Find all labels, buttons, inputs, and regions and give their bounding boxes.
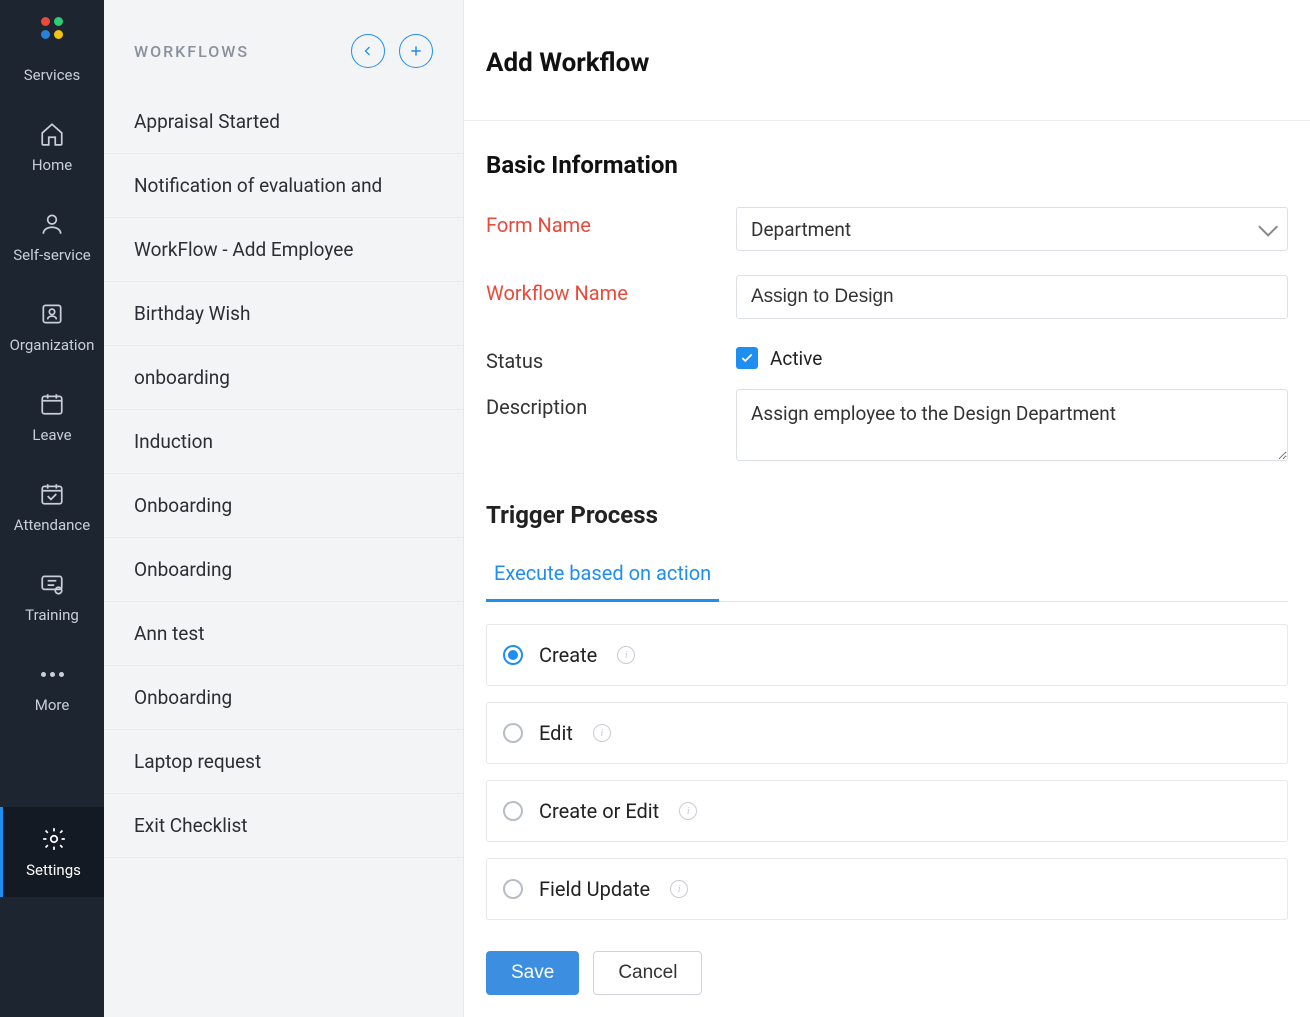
workflow-list-item[interactable]: Notification of evaluation and <box>104 154 463 218</box>
form-name-label: Form Name <box>486 207 736 237</box>
form-name-select[interactable]: Department <box>736 207 1288 251</box>
info-icon[interactable]: i <box>593 724 611 742</box>
radio-icon <box>503 879 523 899</box>
rail-item-leave[interactable]: Leave <box>0 372 104 462</box>
sidebar-header: WORKFLOWS <box>104 0 463 90</box>
rail-item-settings[interactable]: Settings <box>0 807 104 897</box>
rail-item-label: Attendance <box>14 516 90 534</box>
description-label: Description <box>486 389 736 419</box>
description-input[interactable] <box>736 389 1288 461</box>
person-icon <box>38 210 66 238</box>
chevron-left-icon <box>362 45 374 57</box>
status-label: Status <box>486 343 736 373</box>
check-icon <box>740 351 754 365</box>
back-button[interactable] <box>351 34 385 68</box>
rail-item-label: Leave <box>32 426 71 444</box>
page-title: Add Workflow <box>486 48 1288 78</box>
add-workflow-button[interactable] <box>399 34 433 68</box>
trigger-option-label: Field Update <box>539 877 650 901</box>
more-icon <box>38 660 66 688</box>
radio-icon <box>503 801 523 821</box>
workflow-list-item[interactable]: WorkFlow - Add Employee <box>104 218 463 282</box>
trigger-option-label: Edit <box>539 721 573 745</box>
info-icon[interactable]: i <box>617 646 635 664</box>
workflow-list: Appraisal Started Notification of evalua… <box>104 90 463 1017</box>
workflow-list-item[interactable]: Onboarding <box>104 474 463 538</box>
info-icon[interactable]: i <box>670 880 688 898</box>
main-panel: Add Workflow Basic Information Form Name… <box>464 0 1310 1017</box>
rail-item-label: Organization <box>10 336 95 354</box>
rail-item-home[interactable]: Home <box>0 102 104 192</box>
trigger-option-create-or-edit[interactable]: Create or Edit i <box>486 780 1288 842</box>
rail-item-label: Self-service <box>13 246 91 264</box>
rail-item-services[interactable]: Services <box>0 48 104 102</box>
workflow-list-item[interactable]: Onboarding <box>104 666 463 730</box>
plus-icon <box>409 44 423 58</box>
save-button[interactable]: Save <box>486 951 579 995</box>
main-header: Add Workflow <box>464 0 1310 121</box>
trigger-tab-action[interactable]: Execute based on action <box>486 549 719 602</box>
workflow-name-input[interactable] <box>736 275 1288 319</box>
clipboard-icon <box>38 480 66 508</box>
trigger-option-field-update[interactable]: Field Update i <box>486 858 1288 920</box>
rail-item-label: Home <box>32 156 72 174</box>
rail-item-label: Training <box>25 606 79 624</box>
apps-logo-icon <box>38 14 66 42</box>
workflow-list-item[interactable]: Induction <box>104 410 463 474</box>
rail-item-self-service[interactable]: Self-service <box>0 192 104 282</box>
active-checkbox[interactable] <box>736 347 758 369</box>
rail-item-label: Services <box>24 66 81 84</box>
left-rail: Services Home Self-service Organization … <box>0 0 104 1017</box>
rail-item-training[interactable]: Training <box>0 552 104 642</box>
rail-item-organization[interactable]: Organization <box>0 282 104 372</box>
workflows-sidebar: WORKFLOWS Appraisal Started Notification… <box>104 0 464 1017</box>
rail-item-label: More <box>35 696 70 714</box>
workflow-list-item[interactable]: Birthday Wish <box>104 282 463 346</box>
basic-info-heading: Basic Information <box>486 151 1288 179</box>
gear-icon <box>40 825 68 853</box>
workflow-list-item[interactable]: Laptop request <box>104 730 463 794</box>
workflow-list-item[interactable]: Appraisal Started <box>104 90 463 154</box>
trigger-options: Create i Edit i Create or Edit i Field U… <box>486 624 1288 920</box>
calendar-icon <box>38 390 66 418</box>
radio-icon <box>503 645 523 665</box>
chevron-down-icon <box>1258 217 1278 237</box>
trigger-option-label: Create <box>539 643 597 667</box>
rail-item-attendance[interactable]: Attendance <box>0 462 104 552</box>
sidebar-title: WORKFLOWS <box>134 42 249 61</box>
trigger-option-label: Create or Edit <box>539 799 659 823</box>
workflow-list-item[interactable]: Onboarding <box>104 538 463 602</box>
trigger-tabs: Execute based on action <box>486 549 1288 602</box>
radio-icon <box>503 723 523 743</box>
workflow-name-label: Workflow Name <box>486 275 736 305</box>
form-name-value: Department <box>751 218 851 241</box>
trigger-heading: Trigger Process <box>486 501 1288 529</box>
trigger-option-edit[interactable]: Edit i <box>486 702 1288 764</box>
form-footer: Save Cancel <box>464 932 1310 1017</box>
trigger-option-create[interactable]: Create i <box>486 624 1288 686</box>
workflow-list-item[interactable]: Exit Checklist <box>104 794 463 858</box>
workflow-list-item[interactable]: onboarding <box>104 346 463 410</box>
training-icon <box>38 570 66 598</box>
rail-item-label: Settings <box>26 861 81 879</box>
org-icon <box>38 300 66 328</box>
home-icon <box>38 120 66 148</box>
rail-item-more[interactable]: More <box>0 642 104 732</box>
cancel-button[interactable]: Cancel <box>593 951 702 995</box>
info-icon[interactable]: i <box>679 802 697 820</box>
workflow-list-item[interactable]: Ann test <box>104 602 463 666</box>
active-label: Active <box>770 347 822 370</box>
